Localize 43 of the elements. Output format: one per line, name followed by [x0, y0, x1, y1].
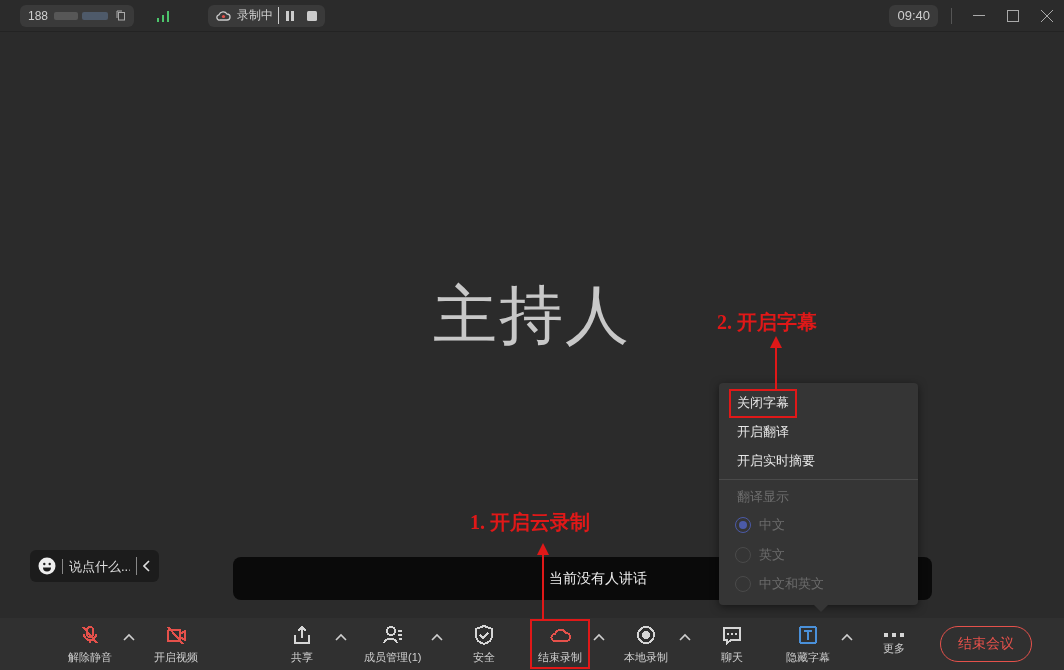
stop-icon [307, 10, 318, 21]
pause-icon [285, 10, 296, 21]
annotation-label: 1. 开启云录制 [470, 510, 590, 535]
host-name: 主持人 [433, 277, 631, 353]
toolbar-button[interactable]: 隐藏字幕 [777, 619, 838, 669]
menu-item[interactable]: 开启实时摘要 [729, 446, 823, 476]
toolbar-button[interactable]: 聊天 [701, 619, 762, 669]
toolbar-button[interactable]: 安全 [453, 619, 514, 669]
copy-icon [116, 10, 127, 21]
menu-item[interactable]: 开启翻译 [729, 417, 797, 447]
close-icon [1041, 9, 1053, 22]
cloud-record-icon [216, 9, 232, 22]
copy-button[interactable] [116, 10, 127, 21]
annotation-label: 2. 开启字幕 [717, 310, 817, 335]
toolbar-button[interactable]: 更多 [863, 619, 924, 669]
minimize-icon [973, 15, 985, 16]
toolbar-button[interactable]: 本地录制 [615, 619, 676, 669]
meeting-id: 188 [28, 8, 49, 23]
caret-icon [592, 633, 605, 641]
caption-text: 当前没有人讲话 [548, 569, 647, 588]
recording-status: 录制中 [237, 7, 280, 24]
chevron-left-icon [143, 560, 151, 572]
toolbar-button[interactable]: 成员管理(1) [358, 619, 428, 669]
chat-input[interactable]: 说点什么... [62, 558, 130, 574]
signal-icon [156, 9, 171, 22]
blurred-number-drawing [54, 10, 111, 21]
collapse-button[interactable] [136, 557, 151, 575]
caret-icon [123, 633, 135, 641]
toolbar-button[interactable]: 共享 [272, 619, 333, 669]
annotation-arrow [770, 336, 782, 389]
toolbar-button[interactable]: 开启视频 [146, 619, 206, 669]
caret-icon [335, 633, 348, 641]
caret-icon [840, 633, 853, 641]
stop-button[interactable] [307, 10, 318, 21]
emoji-icon [38, 557, 56, 575]
caret-icon [430, 633, 443, 641]
caret-icon [678, 633, 691, 641]
pause-button[interactable] [285, 10, 296, 21]
maximize-icon [1007, 9, 1019, 22]
toolbar-button[interactable]: 结束录制 [529, 619, 590, 669]
toolbar-button[interactable]: 解除静音 [60, 619, 120, 669]
clock-time: 09:40 [897, 8, 930, 23]
menu-item[interactable]: 关闭字幕 [729, 389, 797, 418]
